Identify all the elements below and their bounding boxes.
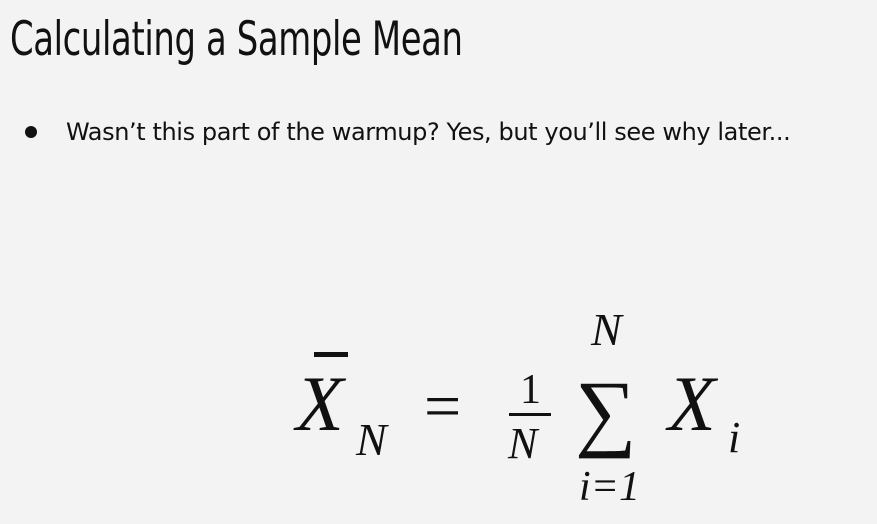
slide: Calculating a Sample Mean Wasn’t this pa…: [0, 0, 877, 524]
overbar-mark: [314, 352, 348, 357]
fraction-denominator: N: [507, 419, 540, 468]
equals-sign: =: [424, 370, 461, 443]
lhs-subscript: N: [355, 414, 389, 465]
lhs-symbol: X: [293, 360, 347, 447]
fraction-numerator: 1: [520, 367, 541, 413]
summation-icon: ∑: [575, 363, 636, 459]
sample-mean-formula: X N = 1 N N ∑ i=1 X i: [293, 304, 740, 510]
term-symbol: X: [665, 360, 719, 447]
sum-lower-limit: i=1: [579, 464, 640, 510]
fraction-bar: [509, 413, 551, 416]
term-subscript: i: [728, 413, 740, 462]
sum-upper-limit: N: [590, 304, 624, 355]
